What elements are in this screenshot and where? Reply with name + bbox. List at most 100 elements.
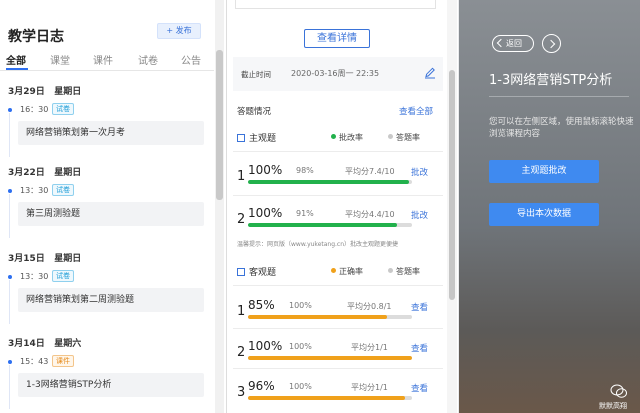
- log-time: 13：30: [20, 186, 49, 195]
- divider: [233, 368, 443, 369]
- progress-bar: [248, 396, 412, 400]
- average-score: 平均分0.8/1: [347, 302, 392, 311]
- progress-fill: [248, 356, 412, 360]
- divider: [233, 285, 443, 286]
- tab-courseware[interactable]: 课件: [93, 52, 113, 67]
- divider: [233, 195, 443, 196]
- middle-scrollbar[interactable]: [447, 0, 457, 413]
- publish-button[interactable]: + 发布: [157, 23, 201, 39]
- deadline-value: 2020-03-16周一 22:35: [291, 69, 380, 78]
- question-row: 3 96% 100% 平均分1/1 查看: [227, 373, 447, 413]
- answer-percent: 98%: [296, 166, 314, 175]
- filter-tabs: 全部 课堂 课件 试卷 公告: [0, 49, 214, 71]
- view-link[interactable]: 查看: [411, 382, 428, 394]
- type-badge: 试卷: [52, 270, 74, 282]
- question-number: 3: [237, 385, 246, 400]
- progress-fill: [248, 396, 406, 400]
- divider: [489, 96, 629, 97]
- timeline-line: [9, 113, 10, 157]
- log-item[interactable]: 第三周测验题: [18, 202, 204, 226]
- panel-title: 教学日志: [8, 29, 64, 45]
- tab-all[interactable]: 全部: [6, 52, 26, 67]
- answer-percent: 100%: [289, 301, 312, 310]
- timeline-line: [9, 280, 10, 324]
- tab-notice[interactable]: 公告: [181, 52, 201, 67]
- log-item[interactable]: 网络营销策划第二周测验题: [18, 288, 204, 312]
- answer-percent: 91%: [296, 209, 314, 218]
- answer-percent: 100%: [289, 382, 312, 391]
- timeline-line: [9, 194, 10, 238]
- document-icon: [237, 268, 245, 276]
- subjective-header: 主观题: [237, 131, 276, 144]
- average-score: 平均分1/1: [351, 343, 388, 352]
- question-row: 1 100% 98% 平均分7.4/10 批改: [227, 157, 447, 199]
- type-badge: 试卷: [52, 103, 74, 115]
- hint-description: 您可以在左侧区域，使用鼠标滚轮快速浏览课程内容: [489, 117, 634, 139]
- deadline-label: 截止时间: [241, 70, 271, 79]
- question-number: 2: [237, 212, 246, 227]
- app-window: 教学日志 + 发布 全部 课堂 课件 试卷 公告 3月29日 星期日 16：30…: [0, 0, 640, 413]
- exam-detail-panel: 查看详情 截止时间 2020-03-16周一 22:35 答题情况 查看全部 主…: [226, 0, 458, 413]
- export-data-button[interactable]: 导出本次数据: [489, 203, 599, 226]
- log-item[interactable]: 1-3网络营销STP分析: [18, 373, 204, 397]
- course-title: 1-3网络营销STP分析: [489, 73, 613, 88]
- log-time: 15：43: [20, 357, 49, 366]
- legend-review-rate: 批改率: [331, 132, 363, 143]
- back-button[interactable]: 返回: [492, 35, 534, 52]
- correct-percent: 100%: [248, 339, 283, 353]
- average-score: 平均分1/1: [351, 383, 388, 392]
- grade-subjective-button[interactable]: 主观题批改: [489, 160, 599, 183]
- log-time: 16：30: [20, 105, 49, 114]
- grade-link[interactable]: 批改: [411, 209, 428, 221]
- view-link[interactable]: 查看: [411, 342, 428, 354]
- left-scrollbar[interactable]: [215, 0, 224, 413]
- log-item[interactable]: 网络营销策划第一次月考: [18, 121, 204, 145]
- question-number: 1: [237, 304, 246, 319]
- active-tab-indicator: [6, 68, 28, 70]
- document-icon: [237, 134, 245, 142]
- answer-percent: 100%: [289, 342, 312, 351]
- hint-text: 温馨提示：网页版（www.yuketang.cn）批改主观题更便捷: [237, 241, 399, 248]
- course-side-panel: 返回 1-3网络营销STP分析 您可以在左侧区域，使用鼠标滚轮快速浏览课程内容 …: [459, 0, 640, 413]
- answers-title: 答题情况: [237, 107, 272, 117]
- watermark: 默默高翔: [599, 402, 627, 410]
- timeline-dot: [8, 108, 12, 112]
- objective-header: 客观题: [237, 265, 276, 278]
- log-date: 3月29日 星期日: [8, 87, 82, 97]
- legend-correct-rate: 正确率: [331, 266, 363, 277]
- previous-card-edge: [235, 0, 436, 9]
- scroll-thumb[interactable]: [449, 70, 455, 300]
- grade-link[interactable]: 批改: [411, 166, 428, 178]
- log-time: 13：30: [20, 272, 49, 281]
- edit-icon[interactable]: [423, 66, 437, 80]
- view-details-button[interactable]: 查看详情: [304, 29, 370, 48]
- divider: [233, 328, 443, 329]
- log-date: 3月22日 星期日: [8, 168, 82, 178]
- chevron-left-icon: [496, 38, 506, 48]
- view-link[interactable]: 查看: [411, 301, 428, 313]
- progress-bar: [248, 223, 412, 227]
- tab-exam[interactable]: 试卷: [138, 52, 158, 67]
- scroll-thumb[interactable]: [216, 50, 223, 200]
- progress-bar: [248, 180, 412, 184]
- legend-answer-rate: 答题率: [388, 132, 420, 143]
- chevron-right-icon: [546, 39, 556, 49]
- log-date: 3月15日 星期日: [8, 254, 82, 264]
- timeline-dot: [8, 189, 12, 193]
- progress-fill: [248, 180, 409, 184]
- view-all-link[interactable]: 查看全部: [399, 105, 433, 117]
- timeline-dot: [8, 360, 12, 364]
- forward-button[interactable]: [542, 34, 561, 53]
- average-score: 平均分4.4/10: [345, 210, 395, 219]
- timeline-dot: [8, 275, 12, 279]
- deadline-row: 截止时间 2020-03-16周一 22:35: [233, 57, 443, 91]
- progress-bar: [248, 356, 412, 360]
- tab-class[interactable]: 课堂: [50, 52, 70, 67]
- progress-bar: [248, 315, 412, 319]
- type-badge: 课件: [52, 355, 74, 367]
- correct-percent: 85%: [248, 298, 275, 312]
- review-percent: 100%: [248, 163, 283, 177]
- progress-fill: [248, 223, 398, 227]
- log-date: 3月14日 星期六: [8, 339, 82, 349]
- correct-percent: 96%: [248, 379, 275, 393]
